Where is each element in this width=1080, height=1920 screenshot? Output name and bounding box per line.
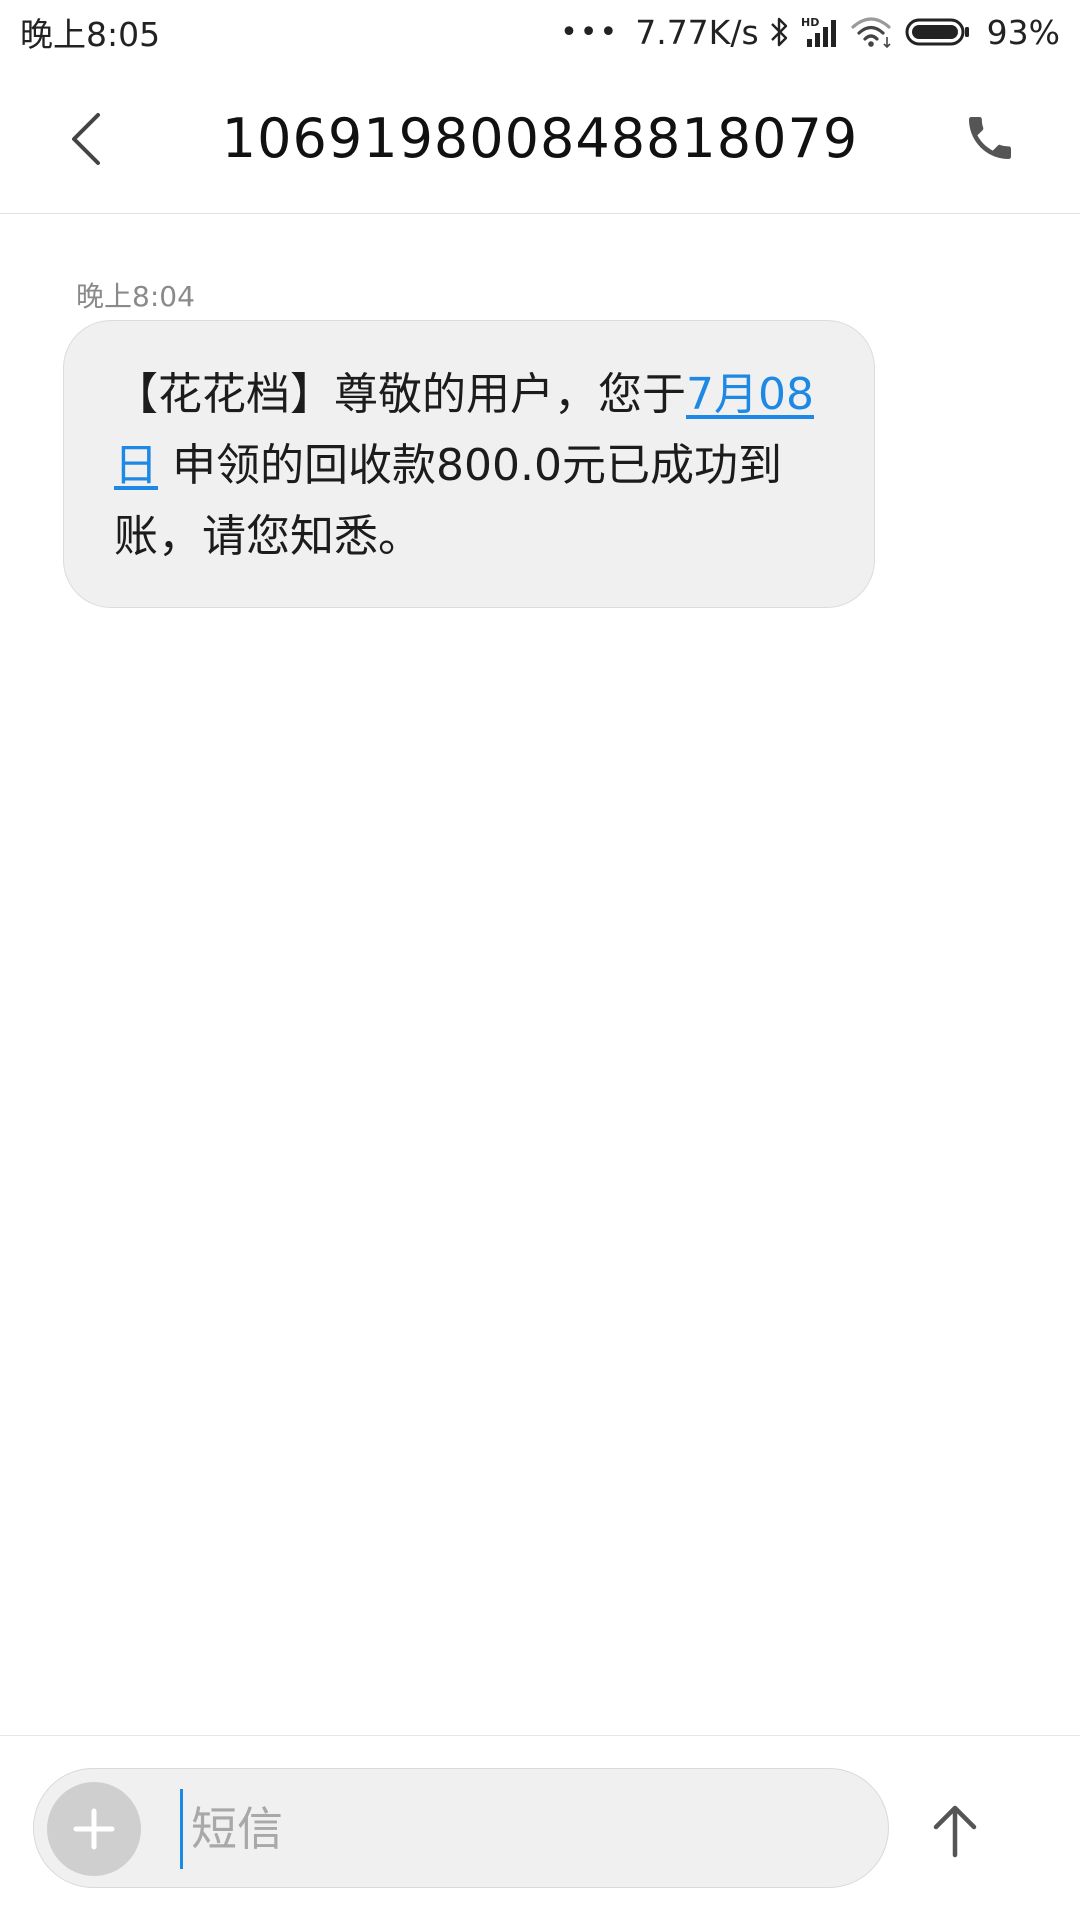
message-timestamp: 晚上8:04 [76,280,195,313]
message-bubble[interactable]: 【花花档】尊敬的用户，您于7月08日 申领的回收款800.0元已成功到账，请您知… [63,320,875,608]
call-button[interactable] [954,102,1026,174]
conversation-header: 1069198008488​18079 [0,64,1080,214]
bluetooth-icon [769,15,791,49]
arrow-up-icon [933,1805,977,1858]
network-speed: 7.77K/s [635,12,759,52]
status-bar: 晚上8:05 ••• 7.77K/s HD 93% [0,0,1080,64]
hd-signal-icon: HD [801,15,841,49]
battery-percent: 93% [986,12,1060,52]
wifi-icon [851,15,895,49]
back-button[interactable] [56,104,116,174]
chevron-left-icon [72,113,100,165]
sms-input[interactable] [180,1789,860,1869]
plus-icon [73,1808,115,1850]
compose-field [33,1768,889,1888]
message-text-start: 【花花档】尊敬的用户，您于 [114,369,686,420]
contact-number: 1069198008488​18079 [221,107,859,170]
notification-dots: ••• [560,14,620,50]
message-text-end: 申领的回收款800.0元已成功到账，请您知悉。 [114,440,782,562]
status-right: ••• 7.77K/s HD 93% [560,13,1060,52]
battery-icon [905,15,971,49]
status-left: 晚上8:05 [20,8,160,56]
send-button[interactable] [920,1796,990,1866]
phone-icon [969,117,1011,159]
message-list[interactable]: 晚上8:04 【花花档】尊敬的用户，您于7月08日 申领的回收款800.0元已成… [0,215,1080,1735]
add-attachment-button[interactable] [47,1782,141,1876]
status-time: 晚上8:05 [20,15,161,54]
compose-bar [0,1735,1080,1920]
svg-text:HD: HD [801,16,819,29]
